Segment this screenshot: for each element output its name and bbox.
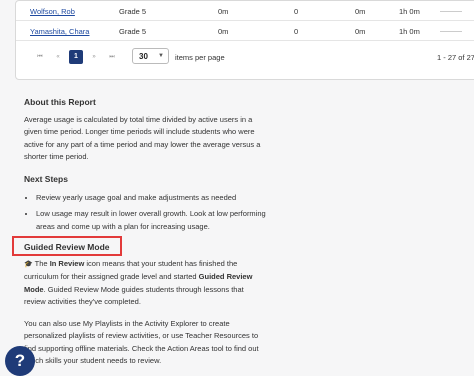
sessions-cell: 0 [294, 27, 299, 36]
usage-bar [440, 11, 462, 12]
next-steps-list: Review yearly usage goal and make adjust… [24, 192, 266, 237]
student-name-link[interactable]: Yamashita, Chara [30, 27, 89, 36]
list-item: Review yearly usage goal and make adjust… [36, 192, 266, 204]
next-steps-heading: Next Steps [24, 174, 68, 184]
items-per-page-label: items per page [175, 53, 225, 62]
first-page-icon[interactable]: ⏮ [33, 50, 47, 64]
usage-bar [440, 31, 462, 32]
pagination: ⏮ « 1 » ⏭ 30 ▼ items per page 1 - 27 of … [16, 48, 474, 70]
help-button[interactable]: ? [5, 346, 35, 376]
usage-table-card: Wolfson, Rob Grade 5 0m 0 0m 1h 0m Yamas… [15, 0, 474, 80]
student-name-link[interactable]: Wolfson, Rob [30, 7, 75, 16]
prev-page-icon[interactable]: « [51, 50, 65, 64]
grade-cell: Grade 5 [119, 7, 147, 16]
about-text: Average usage is calculated by total tim… [24, 115, 261, 162]
list-item: Low usage may result in lower overall gr… [36, 208, 266, 233]
page-1-button[interactable]: 1 [69, 50, 83, 64]
guided-review-heading: Guided Review Mode [24, 242, 110, 252]
usage-cell: 0m [218, 27, 229, 36]
total-cell: 1h 0m [399, 27, 420, 36]
items-per-page-select[interactable]: 30 ▼ [132, 48, 169, 64]
sessions-cell: 0 [294, 7, 299, 16]
table-row: Wolfson, Rob Grade 5 0m 0 0m 1h 0m [16, 1, 474, 21]
guided-review-more-text: You can also use My Playlists in the Act… [24, 319, 259, 366]
usage-cell: 0m [355, 27, 366, 36]
guided-review-text: 🎓 The In Review icon means that your stu… [24, 259, 253, 307]
items-per-page-value: 30 [139, 52, 148, 61]
next-page-icon[interactable]: » [87, 50, 101, 64]
graduation-cap-icon: 🎓 [24, 261, 33, 268]
grade-cell: Grade 5 [119, 27, 147, 36]
about-heading: About this Report [24, 97, 96, 107]
page-range-label: 1 - 27 of 27 [437, 53, 474, 62]
last-page-icon[interactable]: ⏭ [105, 50, 119, 64]
chevron-down-icon: ▼ [158, 53, 164, 59]
usage-cell: 0m [355, 7, 366, 16]
usage-cell: 0m [218, 7, 229, 16]
total-cell: 1h 0m [399, 7, 420, 16]
table-row: Yamashita, Chara Grade 5 0m 0 0m 1h 0m [16, 21, 474, 41]
